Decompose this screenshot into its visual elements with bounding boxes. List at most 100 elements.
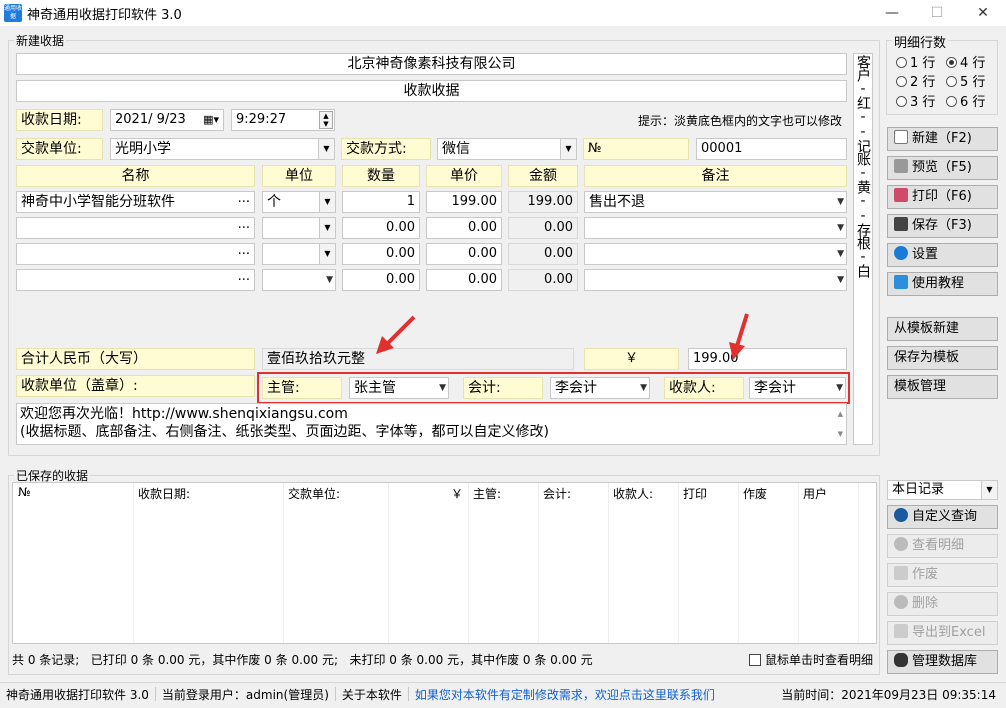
- side-note-field[interactable]: 客户-红--记账-黄--存根-白: [853, 53, 873, 445]
- tutorial-button[interactable]: 使用教程: [887, 272, 998, 296]
- ellipsis-button[interactable]: ...: [238, 192, 250, 209]
- chevron-down-icon[interactable]: ▼: [837, 270, 844, 290]
- ellipsis-button[interactable]: ...: [238, 244, 250, 261]
- minimize-button[interactable]: —: [869, 0, 915, 26]
- chevron-down-icon[interactable]: ▼: [837, 218, 844, 238]
- method-combo[interactable]: 微信 ▼: [437, 138, 577, 160]
- row1-name[interactable]: 神奇中小学智能分班软件...: [16, 191, 255, 213]
- ellipsis-button[interactable]: ...: [238, 218, 250, 235]
- view-detail-button[interactable]: 查看明细: [887, 534, 998, 558]
- record-filter-select[interactable]: 本日记录 ▼: [887, 480, 998, 500]
- close-button[interactable]: ✕: [960, 0, 1006, 26]
- total-label[interactable]: 合计人民币（大写）: [16, 348, 255, 370]
- radio-4-row[interactable]: 4 行: [946, 52, 985, 71]
- row2-name[interactable]: ...: [16, 217, 255, 239]
- row2-unit[interactable]: ▼: [262, 217, 336, 239]
- custom-query-button[interactable]: 自定义查询: [887, 505, 998, 529]
- chevron-down-icon[interactable]: ▼: [981, 481, 997, 499]
- chevron-down-icon[interactable]: ▼: [319, 192, 335, 212]
- row3-name[interactable]: ...: [16, 243, 255, 265]
- print-button[interactable]: 打印（F6): [887, 185, 998, 209]
- chevron-down-icon[interactable]: ▼: [560, 139, 576, 159]
- ellipsis-button[interactable]: ...: [238, 270, 250, 287]
- row4-unit[interactable]: ▼: [262, 269, 336, 291]
- col-yen[interactable]: ￥: [451, 485, 463, 502]
- settings-button[interactable]: 设置: [887, 243, 998, 267]
- chevron-down-icon[interactable]: ▼: [318, 139, 334, 159]
- col-date[interactable]: 收款日期:: [138, 485, 190, 502]
- saved-receipts-table[interactable]: № 收款日期: 交款单位: ￥ 主管: 会计: 收款人: 打印 作废 用户: [12, 482, 877, 644]
- manage-db-button[interactable]: 管理数据库: [887, 650, 998, 674]
- row3-price[interactable]: 0.00: [426, 243, 502, 265]
- method-label[interactable]: 交款方式:: [341, 138, 431, 160]
- col-user[interactable]: 用户: [803, 485, 827, 502]
- accountant-label[interactable]: 会计:: [463, 377, 543, 399]
- row3-unit[interactable]: ▼: [262, 243, 336, 265]
- receipt-title-field[interactable]: 收款收据: [16, 80, 847, 102]
- cashier-label[interactable]: 收款人:: [664, 377, 744, 399]
- export-excel-button[interactable]: 导出到Excel: [887, 621, 998, 645]
- save-button[interactable]: 保存（F3): [887, 214, 998, 238]
- chevron-down-icon[interactable]: ▼: [836, 378, 843, 398]
- col-supervisor[interactable]: 主管:: [473, 485, 501, 502]
- chevron-down-icon[interactable]: ▼: [640, 378, 647, 398]
- row1-note[interactable]: 售出不退 ▼: [584, 191, 847, 213]
- row4-price[interactable]: 0.00: [426, 269, 502, 291]
- row1-unit[interactable]: 个 ▼: [262, 191, 336, 213]
- chevron-down-icon[interactable]: ▼: [439, 378, 446, 398]
- company-field[interactable]: 北京神奇像素科技有限公司: [16, 53, 847, 75]
- time-picker[interactable]: 9:29:27 ▲ ▼: [231, 109, 335, 131]
- payer-combo[interactable]: 光明小学 ▼: [110, 138, 335, 160]
- col-void[interactable]: 作废: [743, 485, 767, 502]
- radio-2-row[interactable]: 2 行: [896, 71, 935, 90]
- chevron-down-icon[interactable]: ▼: [837, 244, 844, 264]
- chevron-down-icon[interactable]: ▼: [326, 270, 333, 290]
- no-field[interactable]: 00001: [696, 138, 847, 160]
- row3-qty[interactable]: 0.00: [342, 243, 420, 265]
- date-label[interactable]: 收款日期:: [16, 109, 103, 131]
- delete-button[interactable]: 删除: [887, 592, 998, 616]
- radio-5-row[interactable]: 5 行: [946, 71, 985, 90]
- radio-3-row[interactable]: 3 行: [896, 91, 935, 110]
- maximize-button[interactable]: ☐: [914, 0, 960, 26]
- contact-link[interactable]: 如果您对本软件有定制修改需求，欢迎点击这里联系我们: [415, 688, 715, 702]
- from-template-button[interactable]: 从模板新建: [887, 317, 998, 341]
- col-printed[interactable]: 打印: [683, 485, 707, 502]
- row2-note[interactable]: ▼: [584, 217, 847, 239]
- stamp-label[interactable]: 收款单位（盖章）:: [16, 375, 255, 397]
- no-label[interactable]: №: [583, 138, 689, 160]
- calendar-icon[interactable]: ▦▾: [203, 110, 219, 130]
- row2-qty[interactable]: 0.00: [342, 217, 420, 239]
- click-detail-checkbox[interactable]: 鼠标单击时查看明细: [749, 651, 873, 668]
- row4-note[interactable]: ▼: [584, 269, 847, 291]
- payer-label[interactable]: 交款单位:: [16, 138, 103, 160]
- chevron-down-icon[interactable]: ▼: [319, 218, 335, 238]
- radio-6-row[interactable]: 6 行: [946, 91, 985, 110]
- new-button[interactable]: 新建（F2): [887, 127, 998, 151]
- spinner-icon[interactable]: ▲ ▼: [319, 111, 333, 129]
- yen-label[interactable]: ￥: [584, 348, 679, 370]
- col-payer[interactable]: 交款单位:: [288, 485, 340, 502]
- row3-note[interactable]: ▼: [584, 243, 847, 265]
- about-link[interactable]: 关于本软件: [342, 688, 402, 702]
- row1-price[interactable]: 199.00: [426, 191, 502, 213]
- row1-qty[interactable]: 1: [342, 191, 420, 213]
- void-button[interactable]: 作废: [887, 563, 998, 587]
- col-accountant[interactable]: 会计:: [543, 485, 571, 502]
- row2-price[interactable]: 0.00: [426, 217, 502, 239]
- col-no[interactable]: №: [18, 485, 30, 499]
- footer-memo[interactable]: 欢迎您再次光临！http://www.shenqixiangsu.com (收据…: [16, 403, 847, 445]
- scroll-down-icon[interactable]: ▼: [838, 425, 843, 443]
- row4-name[interactable]: ...: [16, 269, 255, 291]
- preview-button[interactable]: 预览（F5): [887, 156, 998, 180]
- accountant-combo[interactable]: 李会计 ▼: [550, 377, 650, 399]
- date-picker[interactable]: 2021/ 9/23 ▦▾: [110, 109, 224, 131]
- scroll-up-icon[interactable]: ▲: [838, 405, 843, 423]
- chevron-down-icon[interactable]: ▼: [837, 192, 844, 212]
- manage-template-button[interactable]: 模板管理: [887, 375, 998, 399]
- cashier-combo[interactable]: 李会计 ▼: [749, 377, 846, 399]
- save-template-button[interactable]: 保存为模板: [887, 346, 998, 370]
- supervisor-label[interactable]: 主管:: [262, 377, 342, 399]
- col-cashier[interactable]: 收款人:: [613, 485, 653, 502]
- row4-qty[interactable]: 0.00: [342, 269, 420, 291]
